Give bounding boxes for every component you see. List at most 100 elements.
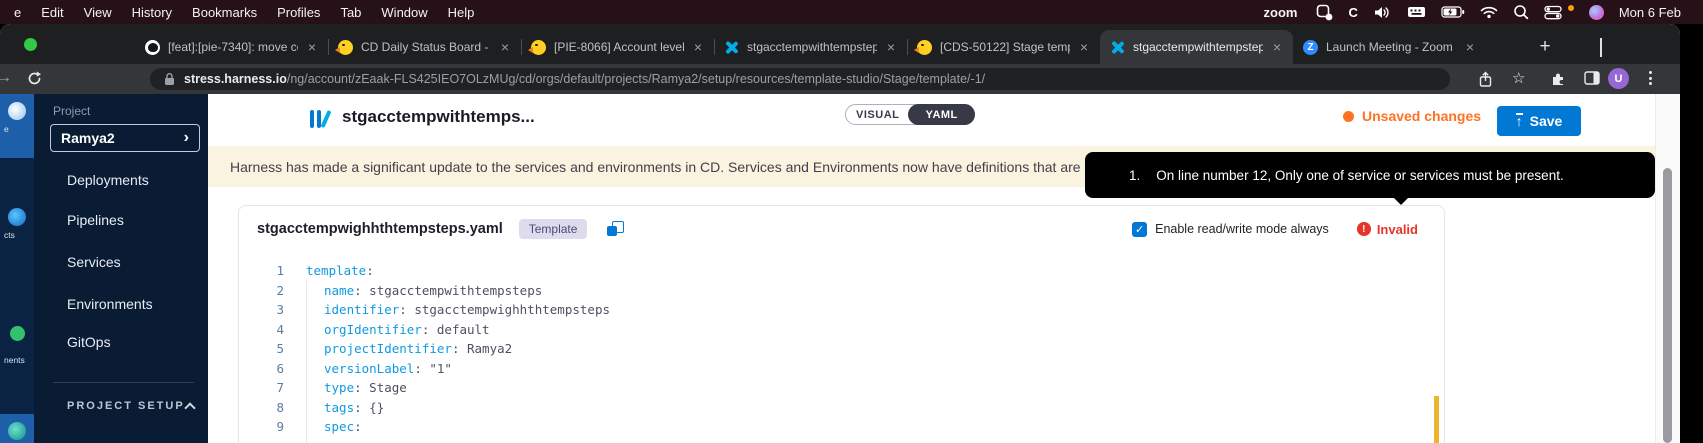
menubar-item[interactable]: e bbox=[4, 5, 31, 20]
indent-guide bbox=[306, 281, 307, 443]
menubar-item[interactable]: Edit bbox=[31, 5, 73, 20]
module-icon bbox=[8, 422, 26, 440]
new-tab-button[interactable]: + bbox=[1532, 34, 1558, 60]
rail-label: e bbox=[0, 124, 34, 134]
unsaved-changes-badge: Unsaved changes bbox=[1343, 108, 1481, 124]
project-setup-section[interactable]: PROJECT SETUP bbox=[67, 400, 194, 412]
yaml-key: projectIdentifier bbox=[324, 341, 452, 356]
sidenav-item-services[interactable]: Services bbox=[67, 254, 121, 270]
yaml-value: {} bbox=[362, 400, 385, 415]
template-studio-main: stgacctempwithtemps... VISUAL YAML Unsav… bbox=[208, 94, 1655, 443]
omnibox[interactable]: stress.harness.io/ng/account/zEaak-FLS42… bbox=[150, 68, 1450, 90]
tab-close-icon[interactable]: × bbox=[1464, 39, 1476, 55]
menubar-clock[interactable]: Mon 6 Feb bbox=[1619, 5, 1681, 20]
rail-module-projects[interactable]: cts bbox=[0, 200, 34, 240]
menubar-item[interactable]: Tab bbox=[330, 5, 371, 20]
menubar-item[interactable]: Bookmarks bbox=[182, 5, 267, 20]
browser-tab[interactable]: CD Daily Status Board - Ag × bbox=[328, 30, 521, 64]
traffic-light-green[interactable] bbox=[24, 38, 37, 51]
rail-module-home[interactable]: e bbox=[0, 94, 34, 158]
copy-icon[interactable] bbox=[607, 221, 623, 237]
rail-module-deployments[interactable]: nents bbox=[0, 326, 34, 365]
volume-icon[interactable] bbox=[1373, 4, 1392, 20]
tab-close-icon[interactable]: × bbox=[499, 39, 511, 55]
tab-close-icon[interactable]: × bbox=[885, 39, 897, 55]
project-name: Ramya2 bbox=[61, 130, 115, 146]
side-panel-icon[interactable] bbox=[1584, 71, 1600, 85]
notification-dot bbox=[1568, 5, 1574, 11]
control-center-icon[interactable] bbox=[1544, 4, 1562, 20]
menubar-item[interactable]: Help bbox=[438, 5, 485, 20]
yaml-value: "1" bbox=[422, 361, 452, 376]
wifi-icon[interactable] bbox=[1480, 4, 1498, 20]
yaml-key: versionLabel bbox=[324, 361, 414, 376]
readwrite-toggle-group[interactable]: ✓ Enable read/write mode always bbox=[1132, 222, 1329, 237]
validation-error-tooltip: 1. On line number 12, Only one of servic… bbox=[1085, 152, 1655, 198]
tabs-container: [feat]:[pie-7340]: move co × CD Daily St… bbox=[135, 30, 1486, 64]
browser-menu-kebab-icon[interactable] bbox=[1649, 71, 1652, 85]
browser-tab[interactable]: Launch Meeting - Zoom × bbox=[1293, 30, 1486, 64]
yaml-code-area[interactable]: 1 template: 2 name: stgacctempwithtempst… bbox=[239, 261, 1444, 437]
sidenav-item-environments[interactable]: Environments bbox=[67, 296, 153, 312]
tab-search-chevron-icon[interactable] bbox=[1600, 38, 1618, 50]
yaml-colon: : bbox=[399, 302, 407, 317]
yaml-line[interactable]: 1 template: bbox=[239, 261, 1444, 281]
active-app-name[interactable]: zoom bbox=[1264, 5, 1298, 20]
toggle-yaml[interactable]: YAML bbox=[908, 104, 975, 125]
browser-tab[interactable]: [PIE-8066] Account level t × bbox=[521, 30, 714, 64]
yaml-line[interactable]: 3 identifier: stgacctempwighhthtempsteps bbox=[239, 300, 1444, 320]
sidenav-item-deployments[interactable]: Deployments bbox=[67, 172, 149, 188]
readwrite-checkbox[interactable]: ✓ bbox=[1132, 222, 1147, 237]
yaml-line[interactable]: 9 spec: bbox=[239, 417, 1444, 437]
yaml-value: default bbox=[429, 322, 489, 337]
page-scrollbar-track[interactable] bbox=[1655, 94, 1680, 443]
siri-icon[interactable] bbox=[1589, 4, 1604, 20]
menubar-item[interactable]: View bbox=[74, 5, 122, 20]
project-selector[interactable]: Ramya2 › bbox=[50, 124, 200, 152]
battery-icon[interactable] bbox=[1441, 4, 1465, 20]
project-label: Project bbox=[53, 104, 90, 118]
bookmark-star-icon[interactable]: ☆ bbox=[1512, 69, 1525, 87]
save-button[interactable]: ↑ Save bbox=[1497, 106, 1581, 136]
yaml-line[interactable]: 5 projectIdentifier: Ramya2 bbox=[239, 339, 1444, 359]
tab-close-icon[interactable]: × bbox=[306, 39, 318, 55]
menubar-item[interactable]: Window bbox=[371, 5, 437, 20]
tab-close-icon[interactable]: × bbox=[692, 39, 704, 55]
extensions-puzzle-icon[interactable] bbox=[1550, 71, 1566, 87]
yaml-line[interactable]: 8 tags: {} bbox=[239, 398, 1444, 418]
yaml-line[interactable]: 7 type: Stage bbox=[239, 378, 1444, 398]
share-icon[interactable] bbox=[1478, 71, 1493, 88]
sidenav-item-gitops[interactable]: GitOps bbox=[67, 334, 111, 350]
profile-avatar[interactable]: U bbox=[1608, 68, 1629, 89]
chevron-up-icon bbox=[184, 402, 195, 413]
tab-close-icon[interactable]: × bbox=[1078, 39, 1090, 55]
template-studio-icon bbox=[308, 108, 334, 130]
tab-close-icon[interactable]: × bbox=[1271, 39, 1283, 55]
menubar-item[interactable]: History bbox=[122, 5, 182, 20]
lock-icon bbox=[164, 72, 175, 86]
rail-label: cts bbox=[0, 230, 34, 240]
reload-icon[interactable] bbox=[26, 70, 43, 87]
sidenav-item-pipelines[interactable]: Pipelines bbox=[67, 212, 124, 228]
browser-tab[interactable]: [feat]:[pie-7340]: move co × bbox=[135, 30, 328, 64]
cleanshot-icon[interactable]: C bbox=[1348, 4, 1357, 20]
browser-tab[interactable]: stgacctempwithtempsteps × bbox=[1100, 30, 1293, 64]
rail-module-selected[interactable] bbox=[0, 414, 34, 443]
yaml-line[interactable]: 4 orgIdentifier: default bbox=[239, 320, 1444, 340]
browser-tab[interactable]: stgacctempwithtempsteps × bbox=[714, 30, 907, 64]
screen-record-badge-icon[interactable] bbox=[1316, 4, 1333, 20]
tab-title: CD Daily Status Board - Ag bbox=[361, 40, 491, 54]
duck-favicon-icon bbox=[917, 40, 932, 55]
yaml-line[interactable]: 6 versionLabel: "1" bbox=[239, 359, 1444, 379]
page-scrollbar-thumb[interactable] bbox=[1663, 168, 1672, 443]
spotlight-icon[interactable] bbox=[1513, 4, 1529, 20]
browser-tab[interactable]: [CDS-50122] Stage templa × bbox=[907, 30, 1100, 64]
toggle-visual[interactable]: VISUAL bbox=[846, 105, 909, 124]
yaml-line[interactable]: 2 name: stgacctempwithtempsteps bbox=[239, 281, 1444, 301]
duck-favicon-icon bbox=[338, 40, 353, 55]
upload-arrow-icon: ↑ bbox=[1516, 113, 1523, 129]
yaml-key: type bbox=[324, 380, 354, 395]
menubar-item[interactable]: Profiles bbox=[267, 5, 330, 20]
forward-icon[interactable]: → bbox=[0, 69, 12, 87]
keyboard-icon[interactable] bbox=[1407, 4, 1426, 20]
